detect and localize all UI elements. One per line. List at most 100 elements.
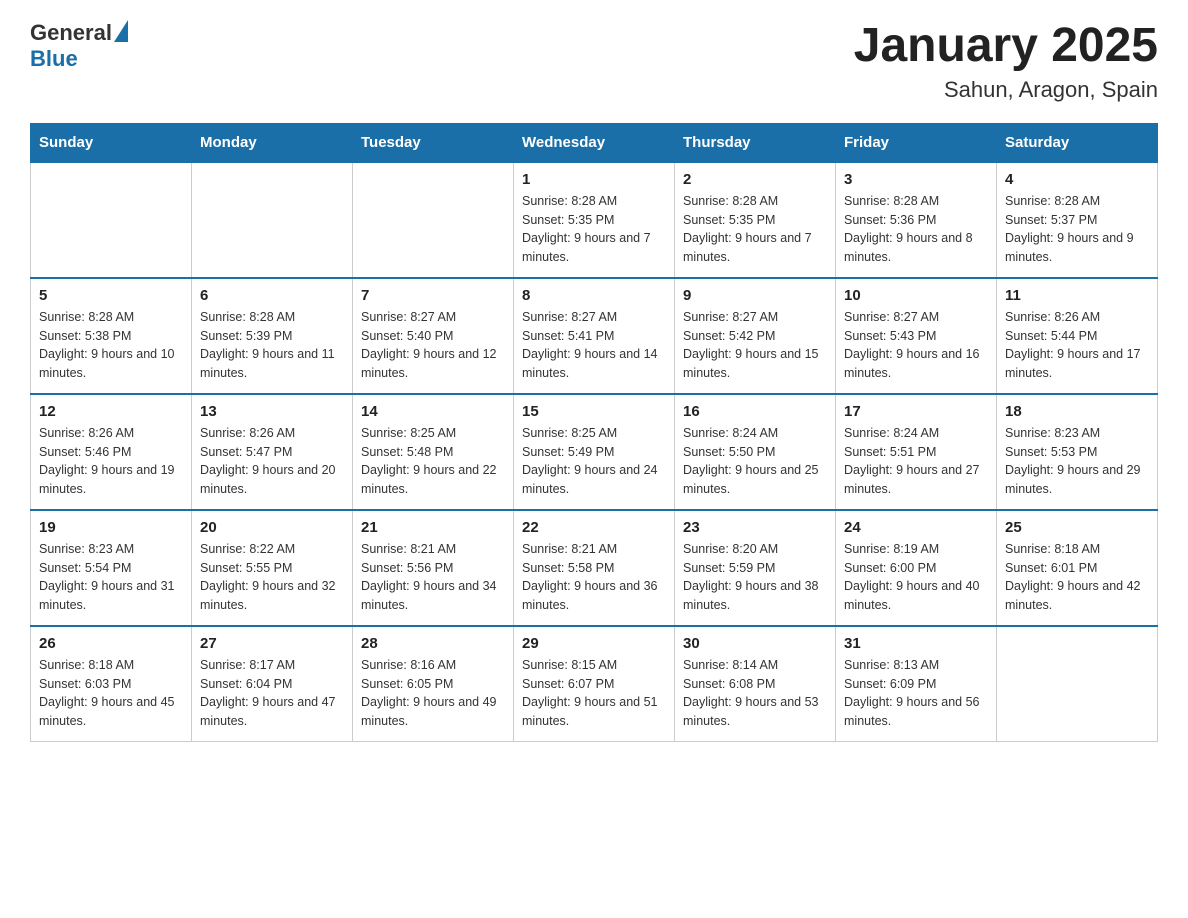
calendar-title: January 2025: [854, 20, 1158, 73]
calendar-day-cell: 16 Sunrise: 8:24 AM Sunset: 5:50 PM Dayli…: [675, 394, 836, 510]
day-info: Sunrise: 8:13 AM Sunset: 6:09 PM Dayligh…: [844, 656, 988, 731]
day-number: 11: [1005, 287, 1149, 304]
calendar-day-cell: 12Sunrise: 8:26 AM Sunset: 5:46 PM Dayli…: [31, 394, 192, 510]
day-info: Sunrise: 8:27 AM Sunset: 5:41 PM Dayligh…: [522, 308, 666, 383]
calendar-day-cell: 30 Sunrise: 8:14 AM Sunset: 6:08 PM Dayli…: [675, 626, 836, 742]
day-info: Sunrise: 8:21 AM Sunset: 5:56 PM Dayligh…: [361, 540, 505, 615]
day-number: 3: [844, 171, 988, 188]
day-number: 30: [683, 635, 827, 652]
calendar-day-cell: 2Sunrise: 8:28 AM Sunset: 5:35 PM Daylig…: [675, 162, 836, 278]
day-info: Sunrise: 8:26 AM Sunset: 5:47 PM Dayligh…: [200, 424, 344, 499]
calendar-week-row: 12Sunrise: 8:26 AM Sunset: 5:46 PM Dayli…: [31, 394, 1158, 510]
calendar-subtitle: Sahun, Aragon, Spain: [854, 77, 1158, 103]
logo-triangle-icon: [114, 20, 128, 42]
calendar-table: Sunday Monday Tuesday Wednesday Thursday…: [30, 123, 1158, 742]
calendar-day-cell: [31, 162, 192, 278]
calendar-day-cell: 11Sunrise: 8:26 AM Sunset: 5:44 PM Dayli…: [997, 278, 1158, 394]
header-sunday: Sunday: [31, 123, 192, 162]
day-info: Sunrise: 8:28 AM Sunset: 5:38 PM Dayligh…: [39, 308, 183, 383]
day-info: Sunrise: 8:25 AM Sunset: 5:48 PM Dayligh…: [361, 424, 505, 499]
header-friday: Friday: [836, 123, 997, 162]
day-info: Sunrise: 8:18 AM Sunset: 6:01 PM Dayligh…: [1005, 540, 1149, 615]
calendar-day-cell: 31 Sunrise: 8:13 AM Sunset: 6:09 PM Dayli…: [836, 626, 997, 742]
day-info: Sunrise: 8:28 AM Sunset: 5:39 PM Dayligh…: [200, 308, 344, 383]
day-info: Sunrise: 8:27 AM Sunset: 5:43 PM Dayligh…: [844, 308, 988, 383]
calendar-day-cell: 7 Sunrise: 8:27 AM Sunset: 5:40 PM Daylig…: [353, 278, 514, 394]
day-number: 8: [522, 287, 666, 304]
weekday-header-row: Sunday Monday Tuesday Wednesday Thursday…: [31, 123, 1158, 162]
day-info: Sunrise: 8:24 AM Sunset: 5:50 PM Dayligh…: [683, 424, 827, 499]
calendar-day-cell: [997, 626, 1158, 742]
calendar-day-cell: 27 Sunrise: 8:17 AM Sunset: 6:04 PM Dayli…: [192, 626, 353, 742]
day-number: 6: [200, 287, 344, 304]
day-info: Sunrise: 8:18 AM Sunset: 6:03 PM Dayligh…: [39, 656, 183, 731]
day-number: 4: [1005, 171, 1149, 188]
calendar-day-cell: 14 Sunrise: 8:25 AM Sunset: 5:48 PM Dayli…: [353, 394, 514, 510]
calendar-day-cell: 6 Sunrise: 8:28 AM Sunset: 5:39 PM Daylig…: [192, 278, 353, 394]
header-wednesday: Wednesday: [514, 123, 675, 162]
day-number: 16: [683, 403, 827, 420]
day-number: 15: [522, 403, 666, 420]
calendar-day-cell: 10 Sunrise: 8:27 AM Sunset: 5:43 PM Dayli…: [836, 278, 997, 394]
day-info: Sunrise: 8:25 AM Sunset: 5:49 PM Dayligh…: [522, 424, 666, 499]
day-number: 20: [200, 519, 344, 536]
header-tuesday: Tuesday: [353, 123, 514, 162]
day-info: Sunrise: 8:27 AM Sunset: 5:42 PM Dayligh…: [683, 308, 827, 383]
day-info: Sunrise: 8:21 AM Sunset: 5:58 PM Dayligh…: [522, 540, 666, 615]
day-info: Sunrise: 8:26 AM Sunset: 5:46 PM Dayligh…: [39, 424, 183, 499]
day-number: 2: [683, 171, 827, 188]
day-info: Sunrise: 8:23 AM Sunset: 5:54 PM Dayligh…: [39, 540, 183, 615]
calendar-day-cell: 26 Sunrise: 8:18 AM Sunset: 6:03 PM Dayli…: [31, 626, 192, 742]
day-info: Sunrise: 8:27 AM Sunset: 5:40 PM Dayligh…: [361, 308, 505, 383]
day-info: Sunrise: 8:24 AM Sunset: 5:51 PM Dayligh…: [844, 424, 988, 499]
calendar-day-cell: 8 Sunrise: 8:27 AM Sunset: 5:41 PM Daylig…: [514, 278, 675, 394]
calendar-day-cell: 28 Sunrise: 8:16 AM Sunset: 6:05 PM Dayli…: [353, 626, 514, 742]
logo: General Blue: [30, 20, 128, 72]
calendar-day-cell: [192, 162, 353, 278]
day-number: 21: [361, 519, 505, 536]
day-number: 27: [200, 635, 344, 652]
calendar-day-cell: 4Sunrise: 8:28 AM Sunset: 5:37 PM Daylig…: [997, 162, 1158, 278]
day-info: Sunrise: 8:15 AM Sunset: 6:07 PM Dayligh…: [522, 656, 666, 731]
calendar-day-cell: 9 Sunrise: 8:27 AM Sunset: 5:42 PM Daylig…: [675, 278, 836, 394]
day-number: 28: [361, 635, 505, 652]
day-number: 25: [1005, 519, 1149, 536]
calendar-day-cell: 23Sunrise: 8:20 AM Sunset: 5:59 PM Dayli…: [675, 510, 836, 626]
day-number: 10: [844, 287, 988, 304]
calendar-week-row: 5Sunrise: 8:28 AM Sunset: 5:38 PM Daylig…: [31, 278, 1158, 394]
day-info: Sunrise: 8:19 AM Sunset: 6:00 PM Dayligh…: [844, 540, 988, 615]
day-number: 17: [844, 403, 988, 420]
calendar-day-cell: 17 Sunrise: 8:24 AM Sunset: 5:51 PM Dayli…: [836, 394, 997, 510]
calendar-day-cell: 24 Sunrise: 8:19 AM Sunset: 6:00 PM Dayli…: [836, 510, 997, 626]
day-number: 31: [844, 635, 988, 652]
calendar-day-cell: 15 Sunrise: 8:25 AM Sunset: 5:49 PM Dayli…: [514, 394, 675, 510]
calendar-day-cell: 21 Sunrise: 8:21 AM Sunset: 5:56 PM Dayli…: [353, 510, 514, 626]
calendar-day-cell: 19 Sunrise: 8:23 AM Sunset: 5:54 PM Dayli…: [31, 510, 192, 626]
day-number: 1: [522, 171, 666, 188]
calendar-day-cell: 22Sunrise: 8:21 AM Sunset: 5:58 PM Dayli…: [514, 510, 675, 626]
calendar-week-row: 26 Sunrise: 8:18 AM Sunset: 6:03 PM Dayli…: [31, 626, 1158, 742]
day-number: 26: [39, 635, 183, 652]
day-number: 19: [39, 519, 183, 536]
day-number: 18: [1005, 403, 1149, 420]
day-number: 14: [361, 403, 505, 420]
day-info: Sunrise: 8:17 AM Sunset: 6:04 PM Dayligh…: [200, 656, 344, 731]
calendar-week-row: 1 Sunrise: 8:28 AM Sunset: 5:35 PM Daylig…: [31, 162, 1158, 278]
header-monday: Monday: [192, 123, 353, 162]
day-info: Sunrise: 8:28 AM Sunset: 5:35 PM Dayligh…: [522, 192, 666, 267]
calendar-day-cell: 13Sunrise: 8:26 AM Sunset: 5:47 PM Dayli…: [192, 394, 353, 510]
header-thursday: Thursday: [675, 123, 836, 162]
day-info: Sunrise: 8:14 AM Sunset: 6:08 PM Dayligh…: [683, 656, 827, 731]
day-number: 7: [361, 287, 505, 304]
day-number: 9: [683, 287, 827, 304]
calendar-week-row: 19 Sunrise: 8:23 AM Sunset: 5:54 PM Dayli…: [31, 510, 1158, 626]
calendar-day-cell: 20 Sunrise: 8:22 AM Sunset: 5:55 PM Dayli…: [192, 510, 353, 626]
day-info: Sunrise: 8:20 AM Sunset: 5:59 PM Dayligh…: [683, 540, 827, 615]
header-saturday: Saturday: [997, 123, 1158, 162]
calendar-day-cell: 3Sunrise: 8:28 AM Sunset: 5:36 PM Daylig…: [836, 162, 997, 278]
day-number: 24: [844, 519, 988, 536]
page-header: General Blue January 2025 Sahun, Aragon,…: [30, 20, 1158, 103]
day-info: Sunrise: 8:22 AM Sunset: 5:55 PM Dayligh…: [200, 540, 344, 615]
day-info: Sunrise: 8:16 AM Sunset: 6:05 PM Dayligh…: [361, 656, 505, 731]
calendar-day-cell: 5Sunrise: 8:28 AM Sunset: 5:38 PM Daylig…: [31, 278, 192, 394]
